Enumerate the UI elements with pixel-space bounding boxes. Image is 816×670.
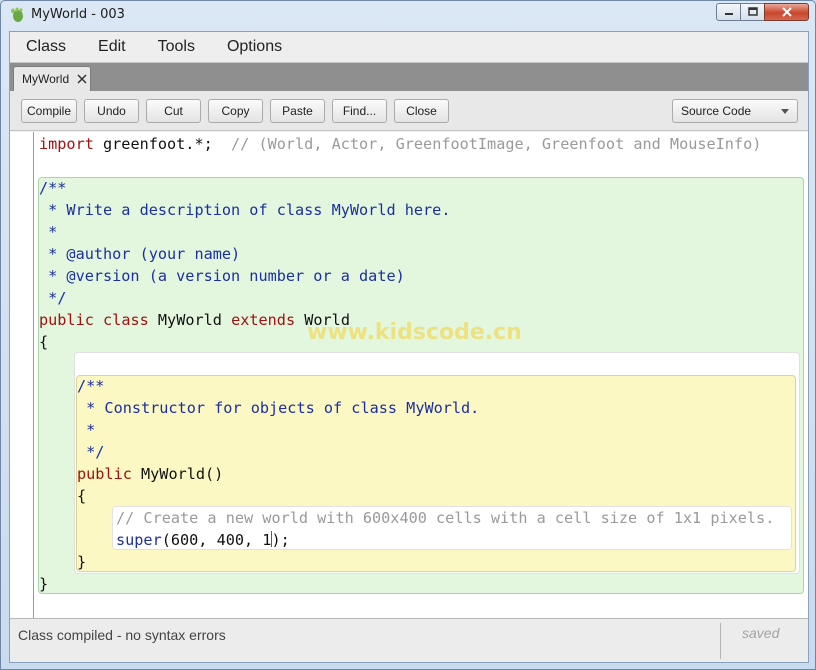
status-bar: Class compiled - no syntax errors saved bbox=[10, 618, 808, 662]
code-line-ctor-brace-open: { bbox=[77, 487, 87, 505]
code-line-body-comment: // Create a new world with 600x400 cells… bbox=[116, 509, 775, 527]
import-comment: // (World, Actor, GreenfootImage, Greenf… bbox=[231, 135, 762, 153]
super-args: (600, 400, 1 bbox=[161, 531, 272, 549]
watermark-text: www.kidscode.cn bbox=[307, 320, 522, 345]
keyword-extends: extends bbox=[231, 311, 296, 329]
view-mode-value: Source Code bbox=[681, 104, 752, 118]
saved-indicator: saved bbox=[742, 625, 780, 641]
code-line-class-decl: public class MyWorld extends World bbox=[39, 309, 350, 331]
toolbar: Compile Undo Cut Copy Paste Find... Clos… bbox=[10, 91, 808, 131]
minimize-button[interactable] bbox=[716, 3, 741, 21]
code-line-ctor-doc-open: /** bbox=[77, 377, 105, 395]
minimize-icon bbox=[724, 13, 733, 15]
tab-strip: MyWorld bbox=[10, 63, 808, 91]
code-line-super-call: super(600, 400, 1); bbox=[116, 529, 290, 551]
menu-bar: Class Edit Tools Options bbox=[10, 32, 808, 63]
maximize-icon bbox=[747, 7, 758, 16]
code-line-class-brace-close: } bbox=[39, 575, 49, 593]
code-line-ctor-doc-blank: * bbox=[77, 421, 96, 439]
import-statement: greenfoot.*; bbox=[93, 135, 232, 153]
code-line-doc-author: * @author (your name) bbox=[39, 245, 241, 263]
code-line-doc-version: * @version (a version number or a date) bbox=[39, 267, 405, 285]
editor-client-area: Class Edit Tools Options MyWorld Compile… bbox=[9, 31, 809, 663]
keyword-public: public bbox=[39, 311, 94, 329]
code-line-doc-blank: * bbox=[39, 223, 58, 241]
editor-window: MyWorld - 003 Class Edit Tools Options M… bbox=[0, 0, 816, 670]
menu-class[interactable]: Class bbox=[22, 36, 70, 58]
find-button[interactable]: Find... bbox=[332, 99, 387, 123]
menu-options[interactable]: Options bbox=[223, 36, 286, 58]
menu-edit[interactable]: Edit bbox=[94, 36, 130, 58]
paste-button[interactable]: Paste bbox=[270, 99, 325, 123]
code-line-import: import greenfoot.*; // (World, Actor, Gr… bbox=[39, 133, 761, 155]
title-bar[interactable]: MyWorld - 003 bbox=[1, 1, 815, 31]
code-line-doc-description: * Write a description of class MyWorld h… bbox=[39, 201, 451, 219]
code-line-doc-open: /** bbox=[39, 179, 67, 197]
keyword-public-ctor: public bbox=[77, 465, 132, 483]
status-divider bbox=[720, 623, 721, 659]
status-message: Class compiled - no syntax errors bbox=[18, 627, 226, 643]
maximize-button[interactable] bbox=[740, 3, 765, 21]
code-line-ctor-doc-description: * Constructor for objects of class MyWor… bbox=[77, 399, 480, 417]
code-line-ctor-decl: public MyWorld() bbox=[77, 463, 223, 485]
class-name: MyWorld bbox=[157, 311, 222, 329]
cut-button[interactable]: Cut bbox=[146, 99, 201, 123]
code-line-class-brace-open: { bbox=[39, 333, 49, 351]
keyword-import: import bbox=[39, 135, 94, 153]
keyword-super: super bbox=[116, 531, 162, 549]
menu-tools[interactable]: Tools bbox=[154, 36, 199, 58]
copy-button[interactable]: Copy bbox=[208, 99, 263, 123]
code-line-ctor-brace-close: } bbox=[77, 553, 87, 571]
undo-button[interactable]: Undo bbox=[84, 99, 139, 123]
close-icon bbox=[781, 7, 792, 17]
tab-close-icon[interactable] bbox=[77, 74, 87, 84]
tab-myworld[interactable]: MyWorld bbox=[13, 66, 91, 91]
compile-button[interactable]: Compile bbox=[21, 99, 77, 123]
view-mode-select[interactable]: Source Code bbox=[672, 99, 798, 123]
constructor-signature: MyWorld() bbox=[131, 465, 224, 483]
tab-label: MyWorld bbox=[22, 72, 70, 86]
code-line-doc-close: */ bbox=[39, 289, 67, 307]
code-line-ctor-doc-close: */ bbox=[77, 443, 105, 461]
window-title: MyWorld - 003 bbox=[31, 7, 125, 22]
greenfoot-app-icon bbox=[11, 7, 23, 22]
close-button[interactable]: Close bbox=[394, 99, 449, 123]
gutter-divider bbox=[33, 132, 34, 618]
keyword-class: class bbox=[103, 311, 149, 329]
window-controls bbox=[716, 3, 809, 21]
super-args-end: ); bbox=[271, 531, 290, 549]
code-editor[interactable]: import greenfoot.*; // (World, Actor, Gr… bbox=[10, 132, 808, 618]
chevron-down-icon bbox=[781, 109, 789, 114]
close-window-button[interactable] bbox=[764, 3, 809, 21]
